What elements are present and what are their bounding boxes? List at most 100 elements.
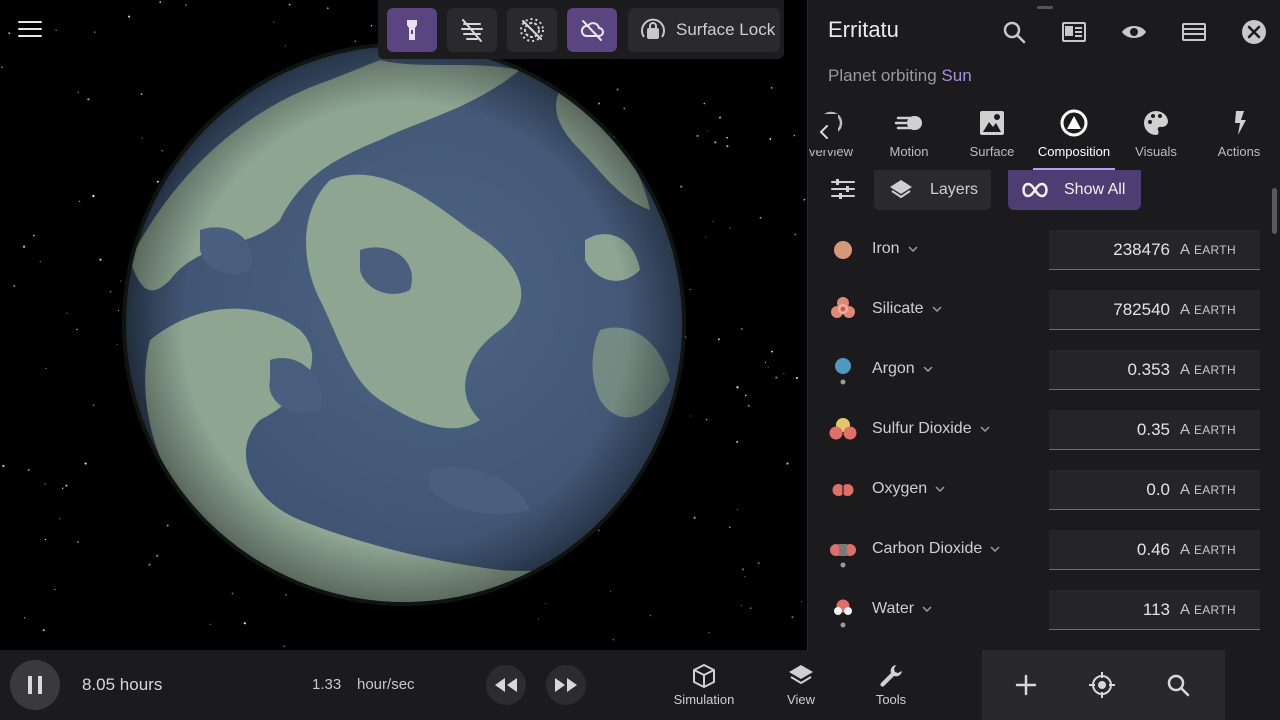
chevron-down-icon: [932, 306, 942, 312]
nav-tools[interactable]: Tools: [851, 662, 931, 707]
labels-toggle-button[interactable]: [507, 8, 557, 52]
panel-drag-handle[interactable]: [1037, 6, 1053, 9]
clouds-toggle-button[interactable]: [567, 8, 617, 52]
flashlight-button[interactable]: [387, 8, 437, 52]
object-subtitle: Planet orbiting Sun: [828, 66, 972, 86]
surface-icon: [980, 111, 1004, 135]
motion-icon: [894, 116, 922, 130]
oxygen-element-icon: [832, 484, 854, 496]
tab-composition[interactable]: Composition: [1033, 100, 1115, 170]
composition-row-argon: Argon 0.353 A EARTH: [808, 340, 1280, 400]
composition-icon: [1060, 109, 1088, 137]
search-icon: [1003, 21, 1026, 44]
tab-surface-label: Surface: [969, 144, 1015, 159]
argon-element-icon: [835, 358, 851, 385]
visibility-button[interactable]: [1104, 12, 1164, 52]
list-button[interactable]: [1164, 12, 1224, 52]
chevron-down-icon: [922, 606, 932, 612]
hamburger-menu-button[interactable]: [14, 16, 46, 44]
subtitle-prefix: Planet orbiting: [828, 66, 937, 85]
tab-visuals-label: Visuals: [1135, 144, 1177, 159]
planet-globe[interactable]: [0, 0, 807, 650]
object-title: Erritatu: [828, 17, 899, 42]
slow-down-button[interactable]: [486, 665, 526, 705]
element-amount-input[interactable]: 113 A EARTH: [1049, 590, 1260, 630]
bottom-toolbar: 8.05 hours 1.33 hour/sec Simulation View…: [0, 650, 1280, 720]
sliders-icon[interactable]: [828, 174, 858, 204]
close-panel-button[interactable]: [1224, 12, 1280, 52]
element-amount-input[interactable]: 0.35 A EARTH: [1049, 410, 1260, 450]
nav-view[interactable]: View: [761, 662, 841, 707]
element-amount-input[interactable]: 0.0 A EARTH: [1049, 470, 1260, 510]
pause-icon: [28, 676, 32, 694]
close-icon: [1242, 20, 1266, 44]
surface-lock-icon: [641, 18, 665, 39]
tabs-scroll-left-button[interactable]: [810, 114, 838, 150]
tab-visuals[interactable]: Visuals: [1115, 100, 1197, 170]
elapsed-time: 8.05 hours: [82, 675, 163, 694]
hide-labels-icon: [520, 18, 544, 42]
chevron-down-icon: [990, 546, 1000, 552]
tab-composition-label: Composition: [1037, 144, 1111, 159]
element-amount-input[interactable]: 782540 A EARTH: [1049, 290, 1260, 330]
surface-lock-button[interactable]: Surface Lock: [628, 8, 780, 52]
carbon-dioxide-element-icon: [830, 544, 856, 568]
element-amount-input[interactable]: 0.353 A EARTH: [1049, 350, 1260, 390]
nav-tools-label: Tools: [875, 692, 907, 707]
nav-simulation[interactable]: Simulation: [664, 662, 744, 707]
chevron-down-icon: [908, 246, 918, 252]
layers-filter-button[interactable]: Layers: [874, 170, 991, 210]
element-name-dropdown[interactable]: Iron: [872, 240, 918, 258]
article-button[interactable]: [1044, 12, 1104, 52]
time-rate-unit: hour/sec: [357, 676, 415, 693]
element-name-dropdown[interactable]: Oxygen: [872, 480, 945, 498]
palette-icon: [1144, 111, 1168, 135]
list-icon: [1182, 23, 1206, 41]
element-name-dropdown[interactable]: Argon: [872, 360, 933, 378]
composition-filters: Layers Show All: [808, 170, 1280, 214]
pause-icon: [38, 676, 42, 694]
element-name-dropdown[interactable]: Silicate: [872, 300, 942, 318]
fast-forward-icon: [555, 678, 577, 692]
chevron-down-icon: [980, 426, 990, 432]
menu-line: [18, 35, 42, 37]
search-button[interactable]: [984, 12, 1044, 52]
rewind-icon: [495, 678, 517, 692]
layers-filter-label: Layers: [930, 181, 979, 198]
article-icon: [1062, 22, 1086, 42]
tab-surface[interactable]: Surface: [951, 100, 1033, 170]
speed-up-button[interactable]: [546, 665, 586, 705]
add-button[interactable]: [1010, 669, 1042, 701]
pause-button[interactable]: [10, 660, 60, 710]
focus-target-button[interactable]: [1086, 669, 1118, 701]
tab-actions[interactable]: Actions: [1198, 100, 1280, 170]
sulfur-dioxide-element-icon: [829, 418, 857, 440]
lightning-icon: [1235, 111, 1246, 135]
menu-line: [18, 28, 42, 30]
simulation-viewport[interactable]: Surface Lock: [0, 0, 807, 650]
silicate-element-icon: [831, 297, 855, 318]
eye-icon: [1122, 26, 1146, 38]
time-rate-value[interactable]: 1.33: [312, 676, 341, 693]
show-all-filter-label: Show All: [1064, 181, 1126, 198]
element-name-dropdown[interactable]: Water: [872, 600, 932, 618]
focus-target-icon: [1089, 672, 1115, 698]
show-all-filter-button[interactable]: Show All: [1008, 170, 1141, 210]
element-name-dropdown[interactable]: Sulfur Dioxide: [872, 420, 990, 438]
hide-clouds-icon: [580, 20, 604, 41]
tab-motion-label: Motion: [889, 144, 929, 159]
nav-view-label: View: [787, 692, 815, 707]
composition-row-water: Water 113 A EARTH: [808, 580, 1280, 640]
parent-body-link[interactable]: Sun: [941, 66, 971, 85]
menu-line: [18, 21, 42, 23]
orbit-lines-toggle-button[interactable]: [447, 8, 497, 52]
element-name-dropdown[interactable]: Carbon Dioxide: [872, 540, 1000, 558]
element-amount-input[interactable]: 238476 A EARTH: [1049, 230, 1260, 270]
element-amount-input[interactable]: 0.46 A EARTH: [1049, 530, 1260, 570]
cube-icon: [693, 664, 715, 688]
flashlight-icon: [407, 20, 417, 40]
tab-motion[interactable]: Motion: [868, 100, 950, 170]
chevron-left-icon: [819, 125, 828, 139]
tab-actions-label: Actions: [1217, 144, 1261, 159]
search-objects-button[interactable]: [1162, 669, 1194, 701]
